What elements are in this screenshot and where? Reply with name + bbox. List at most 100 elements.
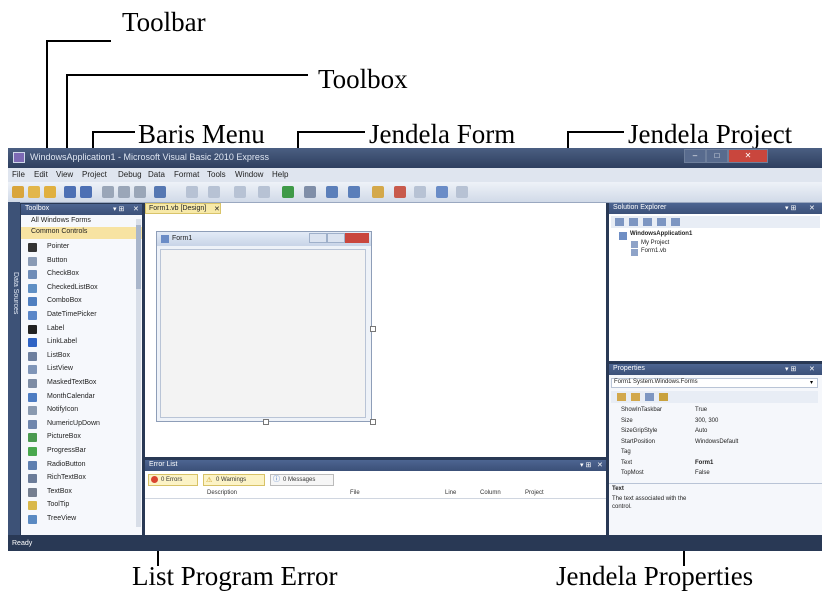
minimize-button[interactable]: –	[684, 149, 706, 163]
menu-format[interactable]: Format	[174, 170, 199, 179]
menu-file[interactable]: File	[12, 170, 25, 179]
column-line[interactable]: Line	[445, 490, 456, 496]
toolbox-item[interactable]: Label	[21, 324, 142, 336]
property-value[interactable]: Auto	[695, 428, 707, 434]
pin-icon[interactable]: ▾ ⊞	[113, 205, 124, 213]
toolbox-item[interactable]: ListBox	[21, 351, 142, 363]
toolbox-scroll-thumb[interactable]	[136, 225, 141, 289]
messages-filter-button[interactable]: ⓘ 0 Messages	[270, 474, 334, 486]
warnings-filter-button[interactable]: ⚠ 0 Warnings	[203, 474, 265, 486]
toolbox-item[interactable]: MaskedTextBox	[21, 378, 142, 390]
property-value[interactable]: 300, 300	[695, 418, 718, 424]
toolbox-item[interactable]: PictureBox	[21, 432, 142, 444]
chevron-down-icon[interactable]: ▾	[810, 379, 813, 386]
toolbox-section-common[interactable]: Common Controls	[21, 227, 142, 239]
object-selector[interactable]: Form1 System.Windows.Forms ▾	[611, 378, 818, 388]
properties-view-icon[interactable]	[645, 393, 654, 401]
column-column[interactable]: Column	[480, 490, 501, 496]
property-row[interactable]: Size 300, 300	[609, 417, 809, 427]
error-list-close-icon[interactable]: ✕	[597, 461, 603, 469]
resize-handle-corner[interactable]	[370, 419, 376, 425]
errors-filter-button[interactable]: 0 Errors	[148, 474, 198, 486]
property-value[interactable]: False	[695, 470, 710, 476]
solution-pin-icon[interactable]: ▾ ⊞	[785, 204, 796, 212]
open-icon[interactable]	[44, 186, 56, 198]
maximize-button[interactable]: □	[706, 149, 728, 163]
toolbox-item[interactable]: NumericUpDown	[21, 419, 142, 431]
properties-icon[interactable]	[615, 218, 624, 226]
menu-view[interactable]: View	[56, 170, 73, 179]
form-maximize-button[interactable]	[327, 233, 345, 243]
doc-tab-close-icon[interactable]: ✕	[214, 205, 220, 213]
solution-close-icon[interactable]: ✕	[809, 204, 815, 212]
add-item-icon[interactable]	[28, 186, 40, 198]
menu-tools[interactable]: Tools	[207, 170, 226, 179]
close-button[interactable]: ✕	[728, 149, 768, 163]
navigate-back-icon[interactable]	[234, 186, 246, 198]
save-icon[interactable]	[64, 186, 76, 198]
property-value[interactable]: Form1	[695, 460, 713, 466]
show-all-files-icon[interactable]	[629, 218, 638, 226]
toolbox-item[interactable]: ComboBox	[21, 296, 142, 308]
property-row[interactable]: SizeGripStyle Auto	[609, 427, 809, 437]
resize-handle-bottom[interactable]	[263, 419, 269, 425]
menu-data[interactable]: Data	[148, 170, 165, 179]
refresh-icon[interactable]	[643, 218, 652, 226]
menu-window[interactable]: Window	[235, 170, 263, 179]
paste-icon[interactable]	[134, 186, 146, 198]
error-list-pin-icon[interactable]: ▾ ⊞	[580, 461, 591, 469]
menu-project[interactable]: Project	[82, 170, 107, 179]
view-designer-icon[interactable]	[671, 218, 680, 226]
property-row[interactable]: Tag	[609, 448, 809, 458]
align-icon[interactable]	[394, 186, 406, 198]
start-debugging-icon[interactable]	[282, 186, 294, 198]
save-all-icon[interactable]	[80, 186, 92, 198]
properties-window-icon[interactable]	[348, 186, 360, 198]
copy-icon[interactable]	[118, 186, 130, 198]
toolbox-scrollbar[interactable]	[136, 219, 141, 527]
data-sources-tab[interactable]: Data Sources	[8, 202, 20, 535]
form-minimize-button[interactable]	[309, 233, 327, 243]
toolbox-item[interactable]: TextBox	[21, 487, 142, 499]
properties-close-icon[interactable]: ✕	[809, 365, 815, 373]
events-icon[interactable]	[659, 393, 668, 401]
toolbox-item[interactable]: ListView	[21, 364, 142, 376]
form-designer[interactable]: Form1	[156, 231, 372, 422]
alphabetical-icon[interactable]	[631, 393, 640, 401]
properties-pin-icon[interactable]: ▾ ⊞	[785, 365, 796, 373]
toolbox-item[interactable]: LinkLabel	[21, 337, 142, 349]
toolbox-item[interactable]: CheckedListBox	[21, 283, 142, 295]
toolbox-close-icon[interactable]: ✕	[133, 205, 139, 213]
toolbox-item[interactable]: RichTextBox	[21, 473, 142, 485]
property-value[interactable]: True	[695, 407, 707, 413]
layout-icon[interactable]	[414, 186, 426, 198]
menu-debug[interactable]: Debug	[118, 170, 142, 179]
redo-icon[interactable]	[208, 186, 220, 198]
new-project-icon[interactable]	[12, 186, 24, 198]
undo-icon[interactable]	[186, 186, 198, 198]
toolbox-item[interactable]: RadioButton	[21, 460, 142, 472]
toolbox-item[interactable]: NotifyIcon	[21, 405, 142, 417]
column-description[interactable]: Description	[207, 490, 237, 496]
toolbox-item[interactable]: Button	[21, 256, 142, 268]
menu-edit[interactable]: Edit	[34, 170, 48, 179]
column-file[interactable]: File	[350, 490, 360, 496]
toolbox-icon[interactable]	[372, 186, 384, 198]
resize-handle-right[interactable]	[370, 326, 376, 332]
toolbox-item[interactable]: ProgressBar	[21, 446, 142, 458]
cut-icon[interactable]	[102, 186, 114, 198]
doc-tab-form1-design[interactable]: Form1.vb [Design] ✕	[145, 203, 221, 214]
navigate-forward-icon[interactable]	[258, 186, 270, 198]
my-project-node[interactable]: My Project	[641, 240, 669, 246]
categorized-icon[interactable]	[617, 393, 626, 401]
property-row[interactable]: TopMost False	[609, 469, 809, 479]
column-project[interactable]: Project	[525, 490, 544, 496]
menu-help[interactable]: Help	[272, 170, 288, 179]
property-value[interactable]: WindowsDefault	[695, 439, 738, 445]
toolbox-item[interactable]: ToolTip	[21, 500, 142, 512]
toolbox-item[interactable]: MonthCalendar	[21, 392, 142, 404]
property-row[interactable]: ShowInTaskbar True	[609, 406, 809, 416]
property-row[interactable]: Text Form1	[609, 459, 809, 469]
format-icon[interactable]	[436, 186, 448, 198]
view-code-icon[interactable]	[657, 218, 666, 226]
